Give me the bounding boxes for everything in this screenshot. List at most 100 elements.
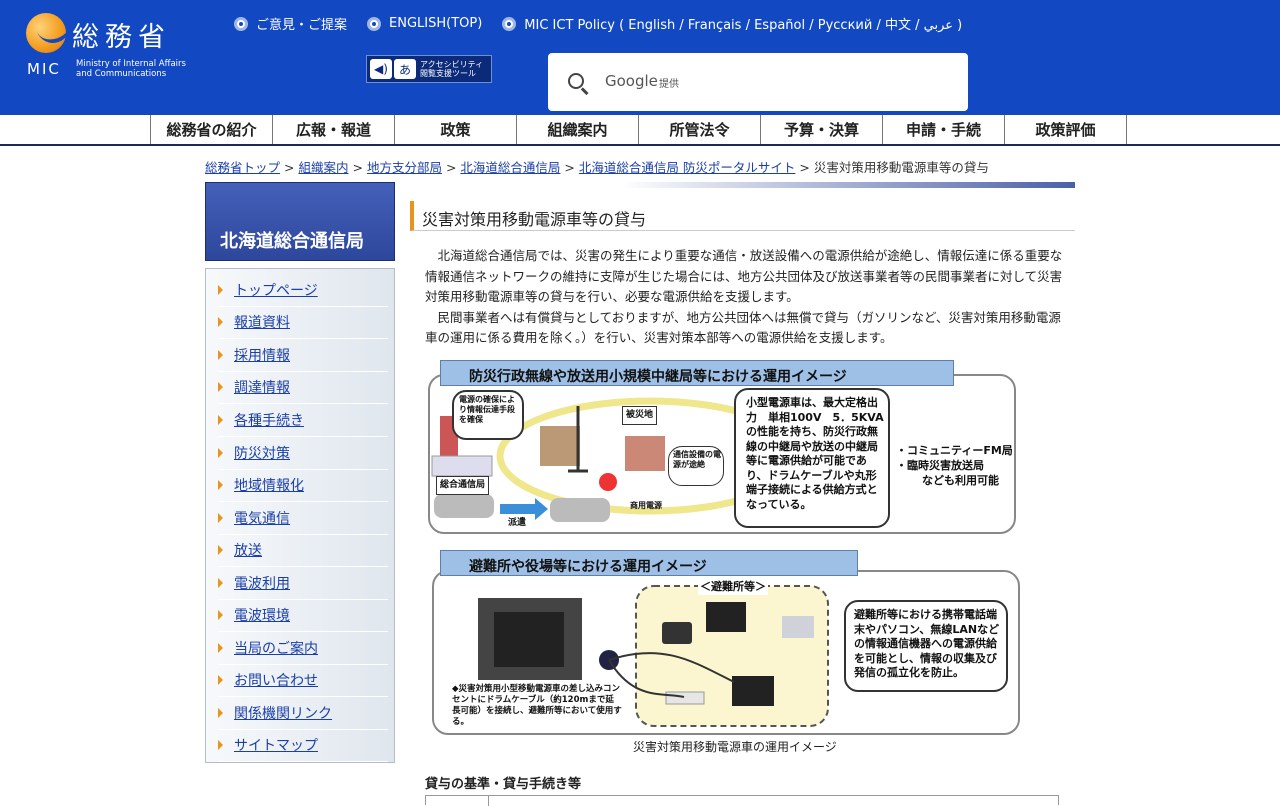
arrow-right-icon bbox=[218, 415, 223, 425]
header-links: ご意見・ご提案 ENGLISH(TOP) MIC ICT Policy ( En… bbox=[234, 14, 962, 33]
callout-vehicle-text: ◆災害対策用小型移動電源車の差し込みコンセントにドラムケーブル（約120mまで延… bbox=[452, 684, 622, 727]
label-bureau: 総合通信局 bbox=[436, 476, 490, 495]
nav-item-pr[interactable]: 広報・報道 bbox=[272, 115, 394, 144]
arrow-right-icon bbox=[218, 382, 223, 392]
page-title: 災害対策用移動電源車等の貸与 bbox=[410, 201, 1075, 231]
nav-item-organization[interactable]: 組織案内 bbox=[516, 115, 638, 144]
logo-japanese: 総務省 bbox=[72, 22, 171, 53]
sidebar-item-disaster[interactable]: 防災対策 bbox=[218, 437, 388, 470]
nav-item-budget[interactable]: 予算・決算 bbox=[760, 115, 882, 144]
sidebar-item-procedures[interactable]: 各種手続き bbox=[218, 404, 388, 437]
note-temporary-broadcast: ・臨時災害放送局 bbox=[896, 459, 984, 472]
arrow-right-icon bbox=[218, 480, 223, 490]
breadcrumb-link[interactable]: 北海道総合通信局 bbox=[460, 160, 560, 175]
sidebar-item-label[interactable]: 採用情報 bbox=[234, 345, 290, 365]
logo-english: Ministry of Internal Affairs and Communi… bbox=[76, 59, 186, 79]
page-title-text: 災害対策用移動電源車等の貸与 bbox=[422, 210, 647, 229]
callout-spec-text: 小型電源車は、最大定格出力 単相100V 5．5KVAの性能を持ち、防災行政無線… bbox=[746, 396, 884, 511]
breadcrumb-separator: > bbox=[799, 160, 810, 175]
accessibility-label: アクセシビリティ 閲覧支援ツール bbox=[420, 60, 483, 78]
section-heading: 貸与の基準・貸与手続き等 bbox=[425, 777, 582, 792]
callout-shelter: 避難所等における携帯電話端末やパソコン、無線LANなどの情報通信機器への電源供給… bbox=[844, 600, 1008, 692]
english-top-link-label[interactable]: ENGLISH(TOP) bbox=[389, 16, 482, 31]
house-icon bbox=[625, 436, 665, 471]
sidebar-item-guide[interactable]: 当局のご案内 bbox=[218, 632, 388, 665]
search-box[interactable]: Google 提供 bbox=[548, 53, 968, 111]
sidebar-item-label[interactable]: 電波利用 bbox=[234, 573, 290, 593]
sidebar-item-procurement[interactable]: 調達情報 bbox=[218, 371, 388, 404]
sidebar-item-label[interactable]: 当局のご案内 bbox=[234, 638, 318, 658]
sidebar-item-top[interactable]: トップページ bbox=[218, 274, 388, 307]
label-commercial-power: 商用電源 bbox=[630, 501, 662, 510]
sidebar-item-broadcast[interactable]: 放送 bbox=[218, 534, 388, 567]
sidebar-item-recruit[interactable]: 採用情報 bbox=[218, 339, 388, 372]
callout-outage: 通信設備の電源が途絶 bbox=[668, 446, 724, 486]
breadcrumb-link[interactable]: 地方支分部局 bbox=[367, 160, 442, 175]
laptop-icon bbox=[732, 676, 774, 706]
sidebar-item-links[interactable]: 関係機関リンク bbox=[218, 697, 388, 730]
accessibility-tool-button[interactable]: ◀) あ アクセシビリティ 閲覧支援ツール bbox=[366, 55, 492, 83]
search-icon[interactable] bbox=[568, 73, 584, 89]
figure-panel-relay: 電源の確保により情報伝達手段を確保 被災地 総合通信局 派遣 通信設備の電源が途… bbox=[428, 374, 1016, 534]
english-top-link[interactable]: ENGLISH(TOP) bbox=[367, 14, 482, 33]
note-community-fm: ・コミュニティーFM局 bbox=[896, 444, 1013, 457]
bullet-circle-icon bbox=[234, 16, 248, 31]
sidebar-item-label[interactable]: 関係機関リンク bbox=[234, 703, 332, 723]
sidebar-item-label[interactable]: 各種手続き bbox=[234, 410, 304, 430]
callout-shelter-text: 避難所等における携帯電話端末やパソコン、無線LANなどの情報通信機器への電源供給… bbox=[854, 608, 1000, 679]
callout-spec: 小型電源車は、最大定格出力 単相100V 5．5KVAの性能を持ち、防災行政無線… bbox=[734, 388, 890, 528]
arrow-right-icon bbox=[218, 545, 223, 555]
sidebar-item-label[interactable]: トップページ bbox=[234, 280, 318, 300]
nav-item-evaluation[interactable]: 政策評価 bbox=[1004, 115, 1127, 144]
sidebar-item-regional[interactable]: 地域情報化 bbox=[218, 469, 388, 502]
sidebar-item-label[interactable]: 地域情報化 bbox=[234, 475, 304, 495]
feedback-link-label[interactable]: ご意見・ご提案 bbox=[256, 14, 347, 33]
callout-power: 電源の確保により情報伝達手段を確保 bbox=[452, 390, 524, 440]
logo-english-line2: and Communications bbox=[76, 69, 167, 79]
sidebar-item-label[interactable]: 防災対策 bbox=[234, 443, 290, 463]
search-provided-label: 提供 bbox=[659, 79, 679, 90]
figure-panel-shelter: ＜避難所等＞ ◆災害対策用小型移動電源車の差し込みコンセントにドラムケーブル（約… bbox=[432, 570, 1020, 735]
sidebar-item-telecom[interactable]: 電気通信 bbox=[218, 502, 388, 535]
arrow-right-icon bbox=[218, 675, 223, 685]
logo-mic: MIC bbox=[27, 60, 61, 78]
television-icon bbox=[706, 602, 746, 632]
breadcrumb-current: 災害対策用移動電源車等の貸与 bbox=[813, 160, 989, 175]
breadcrumb-link[interactable]: 総務省トップ bbox=[205, 160, 280, 175]
wireless-router-icon bbox=[665, 691, 705, 705]
sidebar-item-label[interactable]: お問い合わせ bbox=[234, 670, 318, 690]
sidebar-item-label[interactable]: 電波環境 bbox=[234, 605, 290, 625]
breadcrumb-separator: > bbox=[564, 160, 575, 175]
arrow-right-icon bbox=[218, 350, 223, 360]
sidebar-item-sitemap[interactable]: サイトマップ bbox=[218, 729, 388, 762]
sidebar-item-label[interactable]: サイトマップ bbox=[234, 735, 318, 755]
sidebar-item-radio-use[interactable]: 電波利用 bbox=[218, 567, 388, 600]
nav-item-applications[interactable]: 申請・手続 bbox=[882, 115, 1004, 144]
breadcrumb-separator: > bbox=[352, 160, 363, 175]
breadcrumb-link[interactable]: 北海道総合通信局 防災ポータルサイト bbox=[579, 160, 795, 175]
sidebar-item-press[interactable]: 報道資料 bbox=[218, 306, 388, 339]
sidebar-menu: トップページ 報道資料 採用情報 調達情報 各種手続き 防災対策 地域情報化 電… bbox=[205, 268, 395, 763]
intro-paragraph: 北海道総合通信局では、災害の発生により重要な通信・放送設備への電源供給が途絶し、… bbox=[425, 248, 1063, 305]
sidebar-item-contact[interactable]: お問い合わせ bbox=[218, 664, 388, 697]
power-outage-icon bbox=[599, 473, 617, 491]
bullet-circle-icon bbox=[502, 16, 517, 31]
sidebar-item-label[interactable]: 調達情報 bbox=[234, 377, 290, 397]
sidebar-item-radio-env[interactable]: 電波環境 bbox=[218, 599, 388, 632]
nav-item-policy[interactable]: 政策 bbox=[394, 115, 516, 144]
sidebar-item-label[interactable]: 放送 bbox=[234, 540, 262, 560]
sidebar-item-label[interactable]: 報道資料 bbox=[234, 312, 290, 332]
arrow-right-icon bbox=[218, 513, 223, 523]
breadcrumb-separator: > bbox=[445, 160, 457, 175]
nav-item-laws[interactable]: 所管法令 bbox=[638, 115, 760, 144]
ict-policy-link[interactable]: MIC ICT Policy ( English / Français / Es… bbox=[502, 14, 962, 33]
sidebar-item-label[interactable]: 電気通信 bbox=[234, 508, 290, 528]
feedback-link[interactable]: ご意見・ご提案 bbox=[234, 14, 347, 33]
intro-text: 北海道総合通信局では、災害の発生により重要な通信・放送設備への電源供給が途絶し、… bbox=[425, 246, 1065, 349]
breadcrumb-link[interactable]: 組織案内 bbox=[298, 160, 348, 175]
house-icon bbox=[540, 426, 580, 466]
ict-policy-link-label[interactable]: MIC ICT Policy ( English / Français / Es… bbox=[524, 14, 962, 33]
nav-item-about[interactable]: 総務省の紹介 bbox=[150, 115, 272, 144]
logo-english-line1: Ministry of Internal Affairs bbox=[76, 59, 186, 69]
vehicle-icon bbox=[434, 494, 494, 518]
